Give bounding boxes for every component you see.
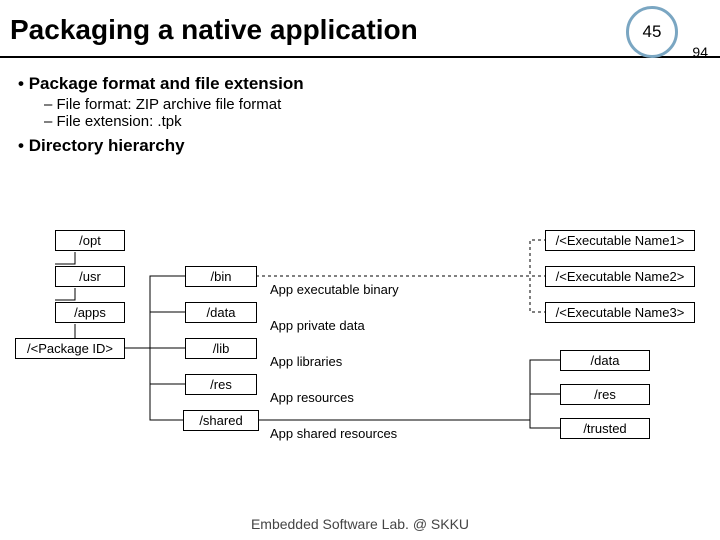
box-res: /res [185,374,257,395]
label-res: App resources [270,390,354,405]
title-underline [0,56,720,58]
box-shared: /shared [183,410,259,431]
page-number-badge: 45 [626,6,678,58]
box-data: /data [185,302,257,323]
box-usr: /usr [55,266,125,287]
label-lib: App libraries [270,354,342,369]
box-exec-1: /<Executable Name1> [545,230,695,251]
outline-list: Package format and file extension File f… [18,74,702,156]
box-bin: /bin [185,266,257,287]
box-apps: /apps [55,302,125,323]
box-package-id: /<Package ID> [15,338,125,359]
directory-diagram: /opt /usr /apps /<Package ID> /bin /data… [0,230,720,510]
box-shared-trusted: /trusted [560,418,650,439]
page-number-secondary: 94 [692,44,708,60]
bullet-package-format: Package format and file extension File f… [18,74,702,130]
box-opt: /opt [55,230,125,251]
label-bin: App executable binary [270,282,399,297]
box-exec-2: /<Executable Name2> [545,266,695,287]
box-shared-data: /data [560,350,650,371]
slide-title: Packaging a native application [10,14,418,46]
label-data: App private data [270,318,365,333]
sub-file-format: File format: ZIP archive file format [44,96,702,113]
bullet-directory-hierarchy: Directory hierarchy [18,136,702,156]
box-shared-res: /res [560,384,650,405]
sub-file-extension: File extension: .tpk [44,113,702,130]
box-lib: /lib [185,338,257,359]
box-exec-3: /<Executable Name3> [545,302,695,323]
footer-lab: Embedded Software Lab. @ SKKU [0,516,720,532]
label-shared: App shared resources [270,426,397,441]
